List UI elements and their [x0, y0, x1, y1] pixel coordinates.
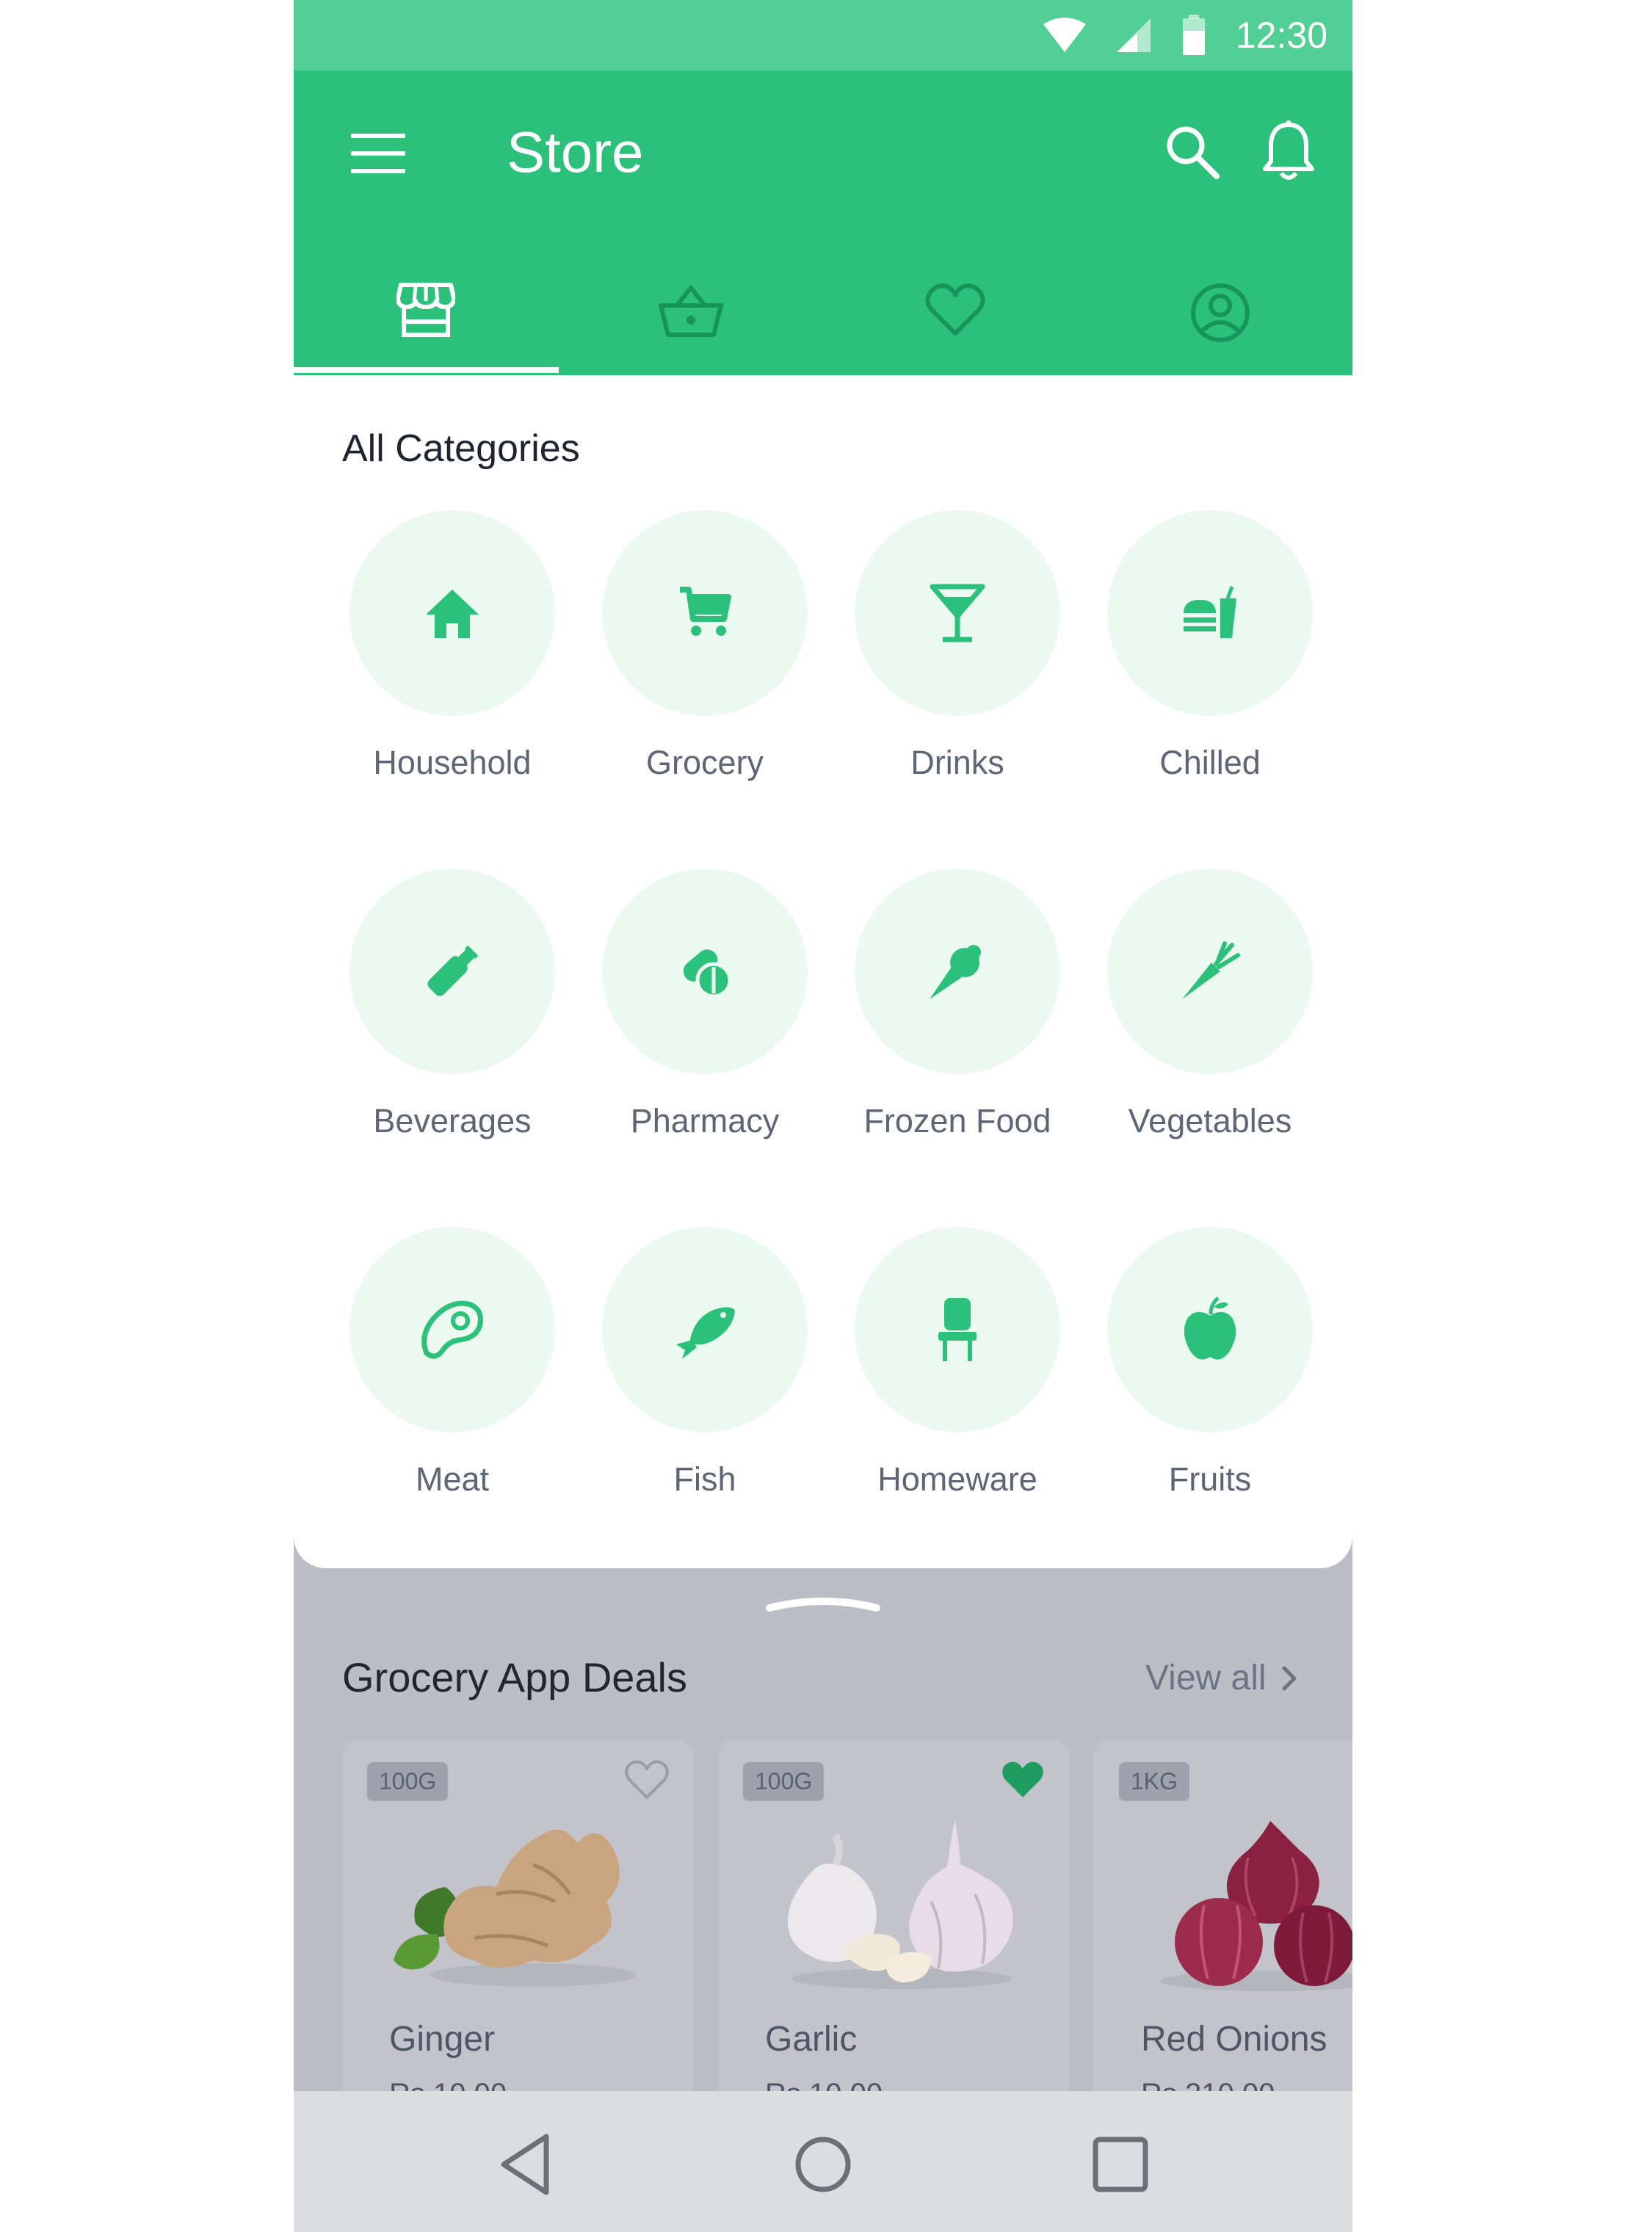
store-icon — [396, 283, 456, 337]
category-meat[interactable]: Meat — [342, 1227, 562, 1535]
category-frozen-food[interactable]: Frozen Food — [847, 869, 1068, 1177]
phone-screen: 12:30 Store All Categories Household Gro… — [294, 0, 1352, 2232]
category-circle — [602, 510, 808, 716]
home-icon — [426, 590, 479, 638]
system-nav-bar — [294, 2091, 1352, 2232]
menu-icon-line — [351, 169, 405, 173]
fish-icon — [676, 1307, 735, 1359]
battery-icon — [1182, 15, 1205, 55]
chilled-food-icon — [1184, 586, 1236, 638]
category-label: Pharmacy — [630, 1102, 780, 1139]
tab-indicator — [294, 367, 559, 373]
basket-icon — [658, 286, 723, 337]
account-icon — [1190, 283, 1250, 342]
category-label: Chilled — [1159, 744, 1261, 781]
pills-icon — [683, 949, 732, 999]
chair-icon — [938, 1298, 977, 1361]
wifi-icon — [1043, 18, 1086, 52]
category-circle — [349, 1227, 555, 1432]
category-label: Frozen Food — [863, 1102, 1051, 1139]
category-household[interactable]: Household — [342, 510, 562, 819]
product-name: Ginger — [389, 2020, 496, 2059]
chevron-right-icon — [1282, 1666, 1297, 1690]
category-drinks[interactable]: Drinks — [847, 510, 1068, 819]
category-circle — [855, 510, 1060, 716]
category-circle — [602, 1227, 808, 1432]
tab-basket[interactable] — [559, 261, 824, 375]
category-label: Vegetables — [1128, 1102, 1292, 1139]
category-circle — [855, 1227, 1060, 1432]
category-circle — [1107, 510, 1313, 716]
bell-icon[interactable] — [1259, 119, 1318, 185]
category-circle — [1107, 1227, 1313, 1432]
category-label: Drinks — [910, 744, 1004, 781]
deals-title: Grocery App Deals — [342, 1654, 687, 1700]
category-label: Meat — [415, 1460, 490, 1498]
weight-badge: 1KG — [1119, 1762, 1190, 1801]
category-homeware[interactable]: Homeware — [847, 1227, 1068, 1535]
status-time: 12:30 — [1235, 15, 1327, 56]
heart-filled-icon[interactable] — [1000, 1759, 1046, 1800]
home-nav-icon[interactable] — [788, 2129, 858, 2200]
search-icon[interactable] — [1164, 123, 1222, 182]
category-label: Beverages — [373, 1102, 532, 1139]
product-card-garlic[interactable]: 100G Garlic Rs 10.00 — [718, 1740, 1069, 2151]
tab-favorites[interactable] — [823, 261, 1088, 375]
back-icon[interactable] — [493, 2129, 564, 2200]
recents-icon[interactable] — [1085, 2129, 1156, 2200]
carrot-icon — [1182, 941, 1240, 999]
product-name: Red Onions — [1141, 2020, 1327, 2059]
bottle-icon — [427, 945, 479, 996]
heart-icon — [925, 283, 985, 336]
category-fish[interactable]: Fish — [595, 1227, 815, 1535]
weight-badge: 100G — [743, 1762, 825, 1801]
tab-bar — [294, 261, 1352, 375]
view-all-label: View all — [1145, 1659, 1267, 1697]
product-name: Garlic — [765, 2020, 858, 2059]
cart-icon — [680, 587, 731, 636]
view-all-link[interactable]: View all — [1145, 1658, 1297, 1698]
weight-badge: 100G — [367, 1762, 449, 1801]
category-vegetables[interactable]: Vegetables — [1100, 869, 1320, 1177]
signal-icon — [1116, 18, 1151, 52]
app-bar: Store — [294, 70, 1352, 375]
status-icons: 12:30 — [1043, 0, 1327, 70]
steak-icon — [421, 1300, 483, 1359]
tab-account[interactable] — [1088, 261, 1353, 375]
ginger-image — [394, 1830, 636, 1987]
category-circle — [349, 869, 555, 1074]
menu-button[interactable] — [351, 134, 405, 178]
category-label: Grocery — [645, 744, 764, 781]
category-label: Homeware — [877, 1460, 1037, 1498]
red-onions-image — [1160, 1821, 1352, 1991]
category-grocery[interactable]: Grocery — [595, 510, 815, 819]
category-circle — [855, 869, 1060, 1074]
category-label: Fruits — [1168, 1460, 1252, 1498]
category-beverages[interactable]: Beverages — [342, 869, 562, 1177]
section-title: All Categories — [342, 427, 580, 470]
category-chilled[interactable]: Chilled — [1100, 510, 1320, 819]
cocktail-icon — [930, 584, 985, 642]
apple-icon — [1184, 1297, 1236, 1360]
category-label: Household — [373, 744, 532, 781]
product-card-red-onions[interactable]: 1KG Red Onions Rs 210.00 — [1094, 1740, 1352, 2151]
tab-store[interactable] — [294, 261, 559, 375]
ice-cream-icon — [930, 945, 981, 999]
category-circle — [349, 510, 555, 716]
category-label: Fish — [673, 1460, 736, 1498]
heart-outline-icon[interactable] — [624, 1759, 670, 1800]
categories-panel: All Categories Household Grocery Drinks — [294, 375, 1352, 1568]
category-pharmacy[interactable]: Pharmacy — [595, 869, 815, 1177]
drag-handle[interactable] — [764, 1593, 883, 1614]
category-circle — [602, 869, 808, 1074]
garlic-image — [788, 1821, 1013, 1989]
category-fruits[interactable]: Fruits — [1100, 1227, 1320, 1535]
category-circle — [1107, 869, 1313, 1074]
product-card-ginger[interactable]: 100G Ginger Rs 10.00 — [342, 1740, 693, 2151]
menu-icon-line — [351, 151, 405, 156]
menu-icon — [351, 134, 405, 138]
status-bar: 12:30 — [294, 0, 1352, 70]
page-title: Store — [507, 120, 644, 184]
